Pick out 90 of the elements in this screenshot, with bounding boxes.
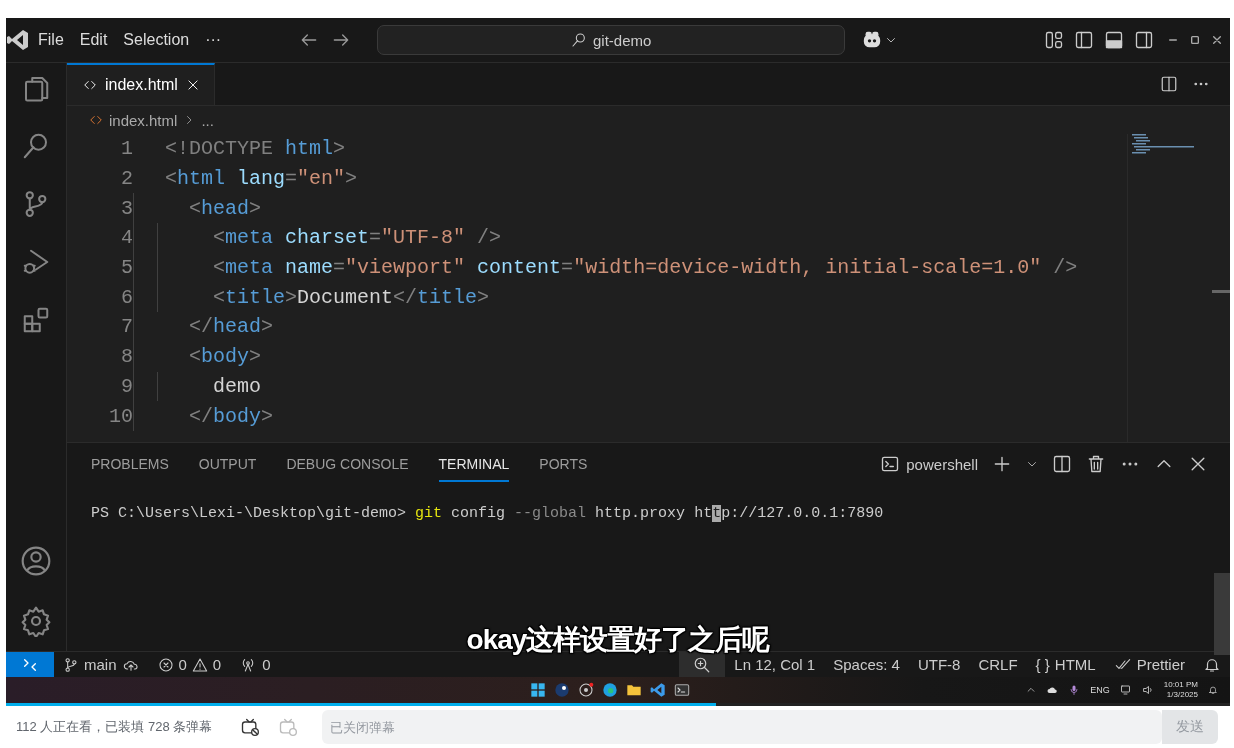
maximize-icon[interactable] [1190, 35, 1200, 45]
terminal-line: PS C:\Users\Lexi-\Desktop\git-demo> git config --global http.proxy http://127.0.0.1:7890 [90, 504, 885, 522]
panel-tab[interactable]: PORTS [539, 446, 602, 482]
code-line: <!DOCTYPE html> [165, 137, 346, 161]
line-number: 4 [120, 226, 134, 250]
code-line: </body> [188, 404, 274, 428]
panel-tab[interactable]: PROBLEMS [91, 446, 183, 482]
danmaku-input[interactable]: 已关闭弹幕 [322, 710, 1162, 744]
account-icon[interactable] [20, 545, 52, 577]
scrollbar-thumb[interactable] [1214, 573, 1230, 655]
panel-tab[interactable]: DEBUG CONSOLE [286, 446, 423, 482]
code-line: <body> [188, 345, 262, 369]
split-terminal-icon[interactable] [1052, 454, 1072, 474]
taskbar-clock[interactable]: 10:01 PM 1/3/2025 [1163, 680, 1198, 700]
subtitle: okay这样设置好了之后呢 [466, 623, 770, 657]
branch-icon [63, 656, 79, 673]
code-line: demo [212, 374, 261, 398]
app-logo-icon[interactable] [650, 682, 666, 698]
formatter-status[interactable]: Prettier [1104, 656, 1194, 673]
split-editor-icon[interactable] [1160, 75, 1178, 93]
line-number: 9 [120, 374, 134, 398]
line-number: 1 [120, 137, 134, 161]
search-icon [571, 32, 587, 48]
code-line: <meta name="viewport" content="width=device-width, initial-scale=1.0" /> [212, 256, 1078, 280]
code-line: <title>Document</title> [212, 285, 490, 309]
taskbar-app-icon[interactable] [578, 682, 594, 698]
extensions-icon[interactable] [21, 305, 51, 335]
panel-bottom-icon[interactable] [1104, 30, 1124, 50]
status-item[interactable]: UTF-8 [908, 656, 970, 673]
breadcrumb-item[interactable]: ... [201, 111, 214, 129]
line-number: 2 [120, 167, 134, 191]
error-icon [157, 656, 174, 673]
remote-icon [22, 656, 38, 673]
status-item[interactable]: Ln 12, Col 1 [725, 656, 825, 673]
status-item[interactable]: Spaces: 4 [824, 656, 909, 673]
menu-item[interactable]: ··· [197, 27, 230, 53]
panel-tab[interactable]: TERMINAL [438, 446, 510, 482]
code-line: <head> [188, 196, 262, 220]
folder-icon[interactable] [626, 682, 642, 698]
code-brackets-icon [89, 113, 103, 127]
status-item[interactable]: CRLF [969, 656, 1027, 673]
sidebar-left-icon[interactable] [1074, 30, 1094, 50]
danmaku-toggle-icon[interactable] [240, 717, 260, 737]
speaker-icon[interactable] [1141, 684, 1154, 696]
network-icon[interactable] [1119, 684, 1132, 696]
start-icon[interactable] [530, 682, 546, 698]
layout-grid-icon[interactable] [1044, 30, 1064, 50]
code-line: </head> [188, 315, 274, 339]
line-number: 3 [120, 196, 134, 220]
plus-icon[interactable] [992, 454, 1012, 474]
browser-icon[interactable] [602, 682, 618, 698]
problems-status[interactable]: 0 0 [148, 656, 231, 673]
terminal-selector[interactable]: powershell [880, 454, 978, 474]
progress-bar[interactable] [6, 703, 1230, 706]
code-brackets-icon [83, 78, 97, 92]
sidebar-right-icon[interactable] [1134, 30, 1154, 50]
line-number: 6 [120, 285, 134, 309]
line-number: 10 [108, 404, 134, 428]
app-logo-icon [6, 28, 30, 52]
ports-status[interactable]: 0 [230, 656, 280, 673]
code-line: <html lang="en"> [165, 167, 358, 191]
viewer-count: 112 人正在看，已装填 728 条弹幕 [16, 718, 214, 736]
scrollbar-marker [1212, 290, 1230, 293]
close-icon[interactable] [1212, 35, 1222, 45]
cloud-icon[interactable] [1046, 684, 1059, 696]
menu-item[interactable]: File [30, 27, 72, 53]
panel-tab[interactable]: OUTPUT [198, 446, 271, 482]
breadcrumb-item[interactable]: index.html [109, 111, 178, 129]
trash-icon[interactable] [1086, 454, 1106, 474]
language-indicator[interactable]: ENG [1090, 685, 1110, 695]
menu-item[interactable]: Edit [71, 27, 116, 53]
command-search-field[interactable]: git-demo [377, 25, 846, 55]
bell-icon[interactable] [1208, 685, 1218, 695]
play-bug-icon[interactable] [21, 247, 51, 277]
terminal-icon [880, 454, 901, 474]
zoom-icon[interactable] [693, 655, 712, 674]
editor-tab[interactable]: index.html [67, 63, 215, 105]
settings-icon[interactable] [20, 605, 52, 637]
terminal-icon[interactable] [674, 682, 690, 698]
warning-icon [191, 656, 208, 673]
microphone-icon[interactable] [1068, 684, 1081, 696]
language-status[interactable]: { } HTML [1026, 656, 1105, 673]
line-number: 5 [120, 256, 134, 280]
code-line: <meta charset="UTF-8" /> [212, 226, 502, 250]
menu-item[interactable]: Selection [115, 27, 198, 53]
close-icon[interactable] [185, 78, 200, 92]
line-number: 8 [120, 345, 134, 369]
line-number: 7 [120, 315, 134, 339]
taskbar-app-icon[interactable] [554, 682, 570, 698]
branch-status[interactable]: main [54, 656, 149, 673]
